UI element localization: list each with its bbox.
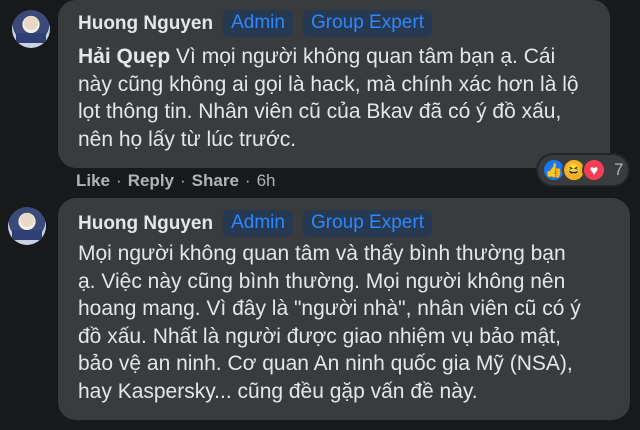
comment-line: nên họ lấy từ lúc trước.	[78, 127, 297, 151]
reaction-count: 7	[614, 160, 624, 179]
admin-badge[interactable]: Admin	[223, 210, 293, 237]
mention-link[interactable]: Hải Quẹp	[78, 45, 170, 68]
reply-button[interactable]: Reply	[128, 171, 174, 191]
comment-line: Vì mọi người không quan tâm bạn ạ. Cái	[170, 45, 556, 68]
comment-line: Mọi người không quan tâm và thấy bình th…	[78, 242, 566, 265]
author-avatar[interactable]	[8, 207, 46, 245]
separator: ·	[116, 171, 122, 190]
comment-header: Huong Nguyen Admin Group Expert	[78, 10, 432, 37]
comment-line: lọt thông tin. Nhân viên cũ của Bkav đã …	[78, 100, 562, 123]
timestamp[interactable]: 6h	[257, 171, 276, 191]
comment-actions: Like · Reply · Share · 6h	[76, 171, 276, 191]
comment-bubble: Huong Nguyen Admin Group Expert Hải Quẹp…	[58, 0, 610, 168]
love-icon: ♥	[582, 158, 606, 182]
comment-line: ạ. Việc này cũng bình thường. Mọi người …	[78, 269, 566, 293]
comment-line: hoang mang. Vì đây là "người nhà", nhân …	[78, 297, 581, 320]
author-avatar[interactable]	[12, 10, 50, 48]
admin-badge[interactable]: Admin	[223, 10, 293, 37]
comment-line: này cũng không ai gọi là hack, mà chính …	[78, 72, 579, 96]
like-button[interactable]: Like	[76, 171, 110, 191]
reactions-summary[interactable]: 👍 😆 ♥ 7	[536, 153, 630, 187]
author-name[interactable]: Huong Nguyen	[78, 13, 213, 35]
comment-text: Hải Quẹp Vì mọi người không quan tâm bạn…	[78, 43, 603, 153]
separator: ·	[244, 171, 251, 190]
comment-line: đồ xấu. Nhất là người được giao nhiệm vụ…	[78, 324, 561, 348]
group-expert-badge[interactable]: Group Expert	[302, 10, 432, 37]
avatar-face	[20, 213, 34, 227]
author-name[interactable]: Huong Nguyen	[78, 213, 213, 235]
comment-bubble: Huong Nguyen Admin Group Expert Mọi ngườ…	[58, 198, 630, 420]
separator: ·	[180, 171, 186, 190]
group-expert-badge[interactable]: Group Expert	[302, 210, 432, 237]
comment-header: Huong Nguyen Admin Group Expert	[78, 210, 432, 237]
avatar-badge	[16, 33, 46, 43]
avatar-badge	[12, 230, 42, 240]
avatar-face	[24, 16, 38, 30]
comment-text: Mọi người không quan tâm và thấy bình th…	[78, 240, 626, 405]
share-button[interactable]: Share	[192, 171, 239, 191]
comment-line: bảo vệ an ninh. Cơ quan An ninh quốc gia…	[78, 352, 573, 375]
comment-line: hay Kaspersky... cũng đều gặp vấn đề này…	[78, 379, 478, 403]
